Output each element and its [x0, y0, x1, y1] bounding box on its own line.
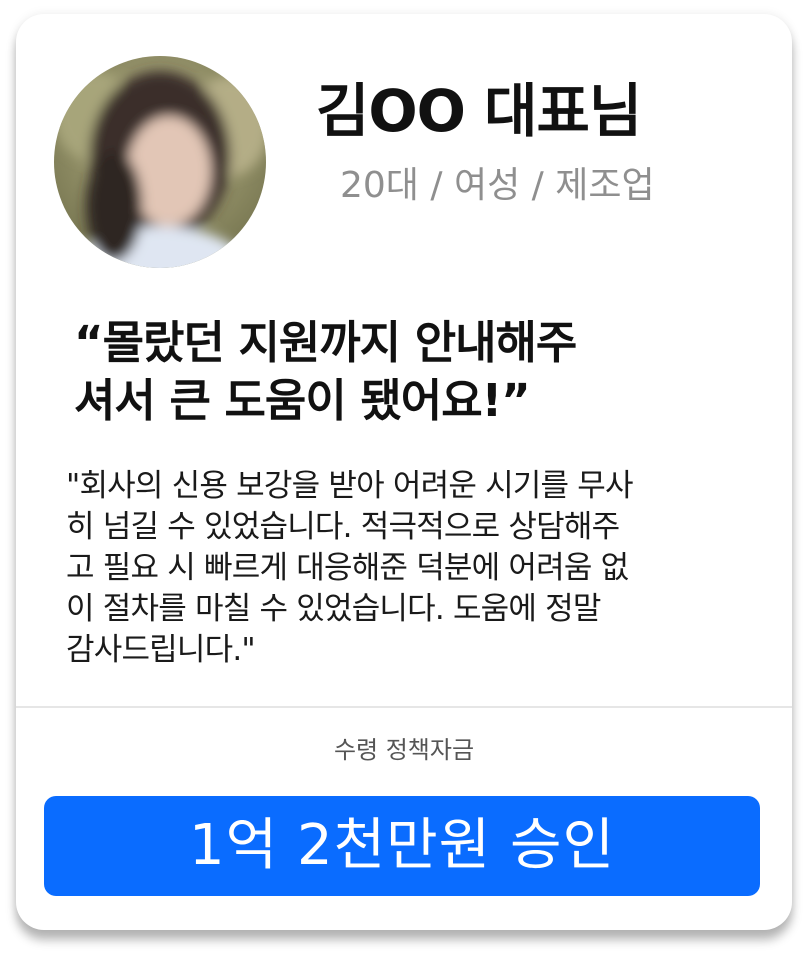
body-line: 고 필요 시 빠르게 대응해준 덕분에 어려움 없	[66, 550, 629, 586]
customer-meta: 20대 / 여성 / 제조업	[340, 165, 655, 206]
divider	[16, 706, 792, 708]
customer-name: 김OO 대표님	[316, 77, 642, 145]
headline-line: “몰랐던 지원까지 안내해주	[74, 316, 577, 369]
body-line: 감사드립니다."	[66, 632, 256, 668]
testimonial-body: "회사의 신용 보강을 받아 어려운 시기를 무사 히 넘길 수 있었습니다. …	[66, 466, 766, 671]
avatar	[54, 56, 266, 268]
testimonial-headline: “몰랐던 지원까지 안내해주 셔서 큰 도움이 됐어요!”	[74, 314, 754, 430]
body-line: 히 넘길 수 있었습니다. 적극적으로 상담해주	[66, 509, 620, 545]
fund-label: 수령 정책자금	[333, 736, 475, 764]
approval-amount-button[interactable]: 1억 2천만원 승인	[44, 796, 760, 896]
body-line: 이 절차를 마칠 수 있었습니다. 도움에 정말	[66, 591, 601, 627]
headline-line: 셔서 큰 도움이 됐어요!”	[74, 374, 531, 427]
testimonial-card: 김OO 대표님 20대 / 여성 / 제조업 “몰랐던 지원까지 안내해주 셔서…	[16, 14, 792, 930]
profile-photo-blurred	[54, 56, 266, 268]
body-line: "회사의 신용 보강을 받아 어려운 시기를 무사	[66, 468, 634, 504]
